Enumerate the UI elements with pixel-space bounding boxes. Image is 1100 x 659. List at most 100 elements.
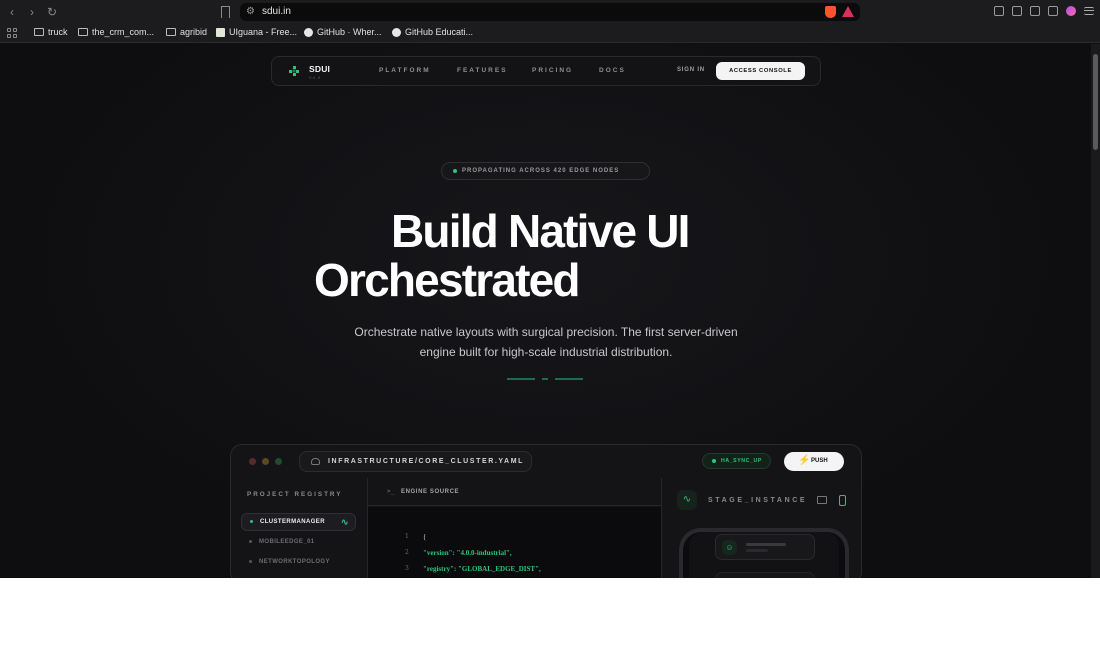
code-line: { [423, 533, 427, 541]
nav-link-features[interactable]: FEATURES [457, 67, 508, 74]
dot-icon [249, 560, 252, 563]
logo-text[interactable]: SDUI [309, 64, 330, 74]
window-minimize-dot [262, 458, 269, 465]
activity-icon: ∿ [341, 517, 349, 527]
code-area[interactable]: 1 { 2 "version": "4.0.0-industrial", 3 "… [368, 507, 661, 578]
mobile-icon[interactable] [839, 495, 846, 506]
nav-link-docs[interactable]: DOCS [599, 67, 626, 74]
line-number: 2 [405, 549, 409, 556]
window-maximize-dot [275, 458, 282, 465]
sign-in-link[interactable]: SIGN IN [677, 67, 705, 73]
bookmark-item[interactable]: GitHub Educati... [392, 27, 473, 37]
registry-item-clustermanager[interactable]: CLUSTERMANAGER ∿ [241, 513, 356, 531]
folder-icon [166, 28, 176, 36]
nav-link-platform[interactable]: PLATFORM [379, 67, 431, 74]
preview-card [715, 572, 815, 578]
stage-title: STAGE_INSTANCE [708, 497, 808, 504]
back-icon[interactable]: ‹ [6, 5, 18, 19]
nav-buttons: ‹ › ↻ [6, 5, 58, 19]
hero-subtitle: Orchestrate native layouts with surgical… [354, 325, 738, 359]
file-path: INFRASTRUCTURE/CORE_CLUSTER.YAML [328, 458, 525, 465]
github-icon [392, 27, 401, 37]
url-text[interactable]: sdui.in [262, 6, 291, 17]
activity-icon: ∿ [677, 490, 697, 510]
bookmark-label: UIguana - Free... [229, 27, 298, 37]
push-button[interactable]: ⚡ PUSH [784, 452, 844, 471]
status-dot-icon [453, 169, 457, 173]
scrollbar-thumb[interactable] [1093, 54, 1098, 150]
window-close-dot [249, 458, 256, 465]
page-viewport: SDUI V4.0 PLATFORM FEATURES PRICING DOCS… [0, 44, 1091, 578]
access-console-button[interactable]: ACCESS CONSOLE [716, 62, 805, 80]
menu-icon[interactable] [1084, 7, 1094, 15]
divider-mid [542, 378, 548, 380]
code-line: "registry": "GLOBAL_EDGE_DIST", [423, 565, 541, 573]
phone-preview: ☺ [679, 528, 849, 578]
github-icon [304, 27, 313, 37]
site-settings-icon[interactable]: ⚙ [246, 6, 255, 17]
desktop-icon[interactable] [817, 496, 827, 504]
apps-grid-icon[interactable] [7, 28, 17, 38]
wallet-icon[interactable] [1030, 6, 1040, 16]
line-number: 3 [405, 565, 409, 572]
browser-window: ‹ › ↻ ⚙ sdui.in truck the_crm_com... agr… [0, 0, 1100, 578]
terminal-icon: >_ [387, 488, 395, 495]
browser-actions [994, 6, 1094, 16]
file-path-box[interactable]: INFRASTRUCTURE/CORE_CLUSTER.YAML [299, 451, 532, 472]
stage-instance-panel: ∿ STAGE_INSTANCE ☺ [661, 478, 861, 578]
preview-card: ☺ [715, 534, 815, 560]
editor-title: ENGINE SOURCE [401, 489, 460, 495]
bookmark-item[interactable]: agribid [166, 27, 207, 37]
sidebar-icon[interactable] [1012, 6, 1022, 16]
browser-toolbar: ‹ › ↻ ⚙ sdui.in [0, 0, 1100, 24]
console-preview: INFRASTRUCTURE/CORE_CLUSTER.YAML HA_SYNC… [230, 444, 862, 578]
bookmarks-bar: truck the_crm_com... agribid UIguana - F… [0, 24, 1100, 43]
bookmark-label: GitHub · Wher... [317, 27, 382, 37]
status-badge: PROPAGATING ACROSS 420 EDGE NODES [441, 162, 650, 180]
folder-icon [34, 28, 44, 36]
bookmark-item[interactable]: GitHub · Wher... [304, 27, 382, 37]
active-dot-icon [250, 520, 253, 523]
sync-badge: HA_SYNC_UP [702, 453, 771, 469]
bookmark-item[interactable]: the_crm_com... [78, 27, 154, 37]
bookmark-label: truck [48, 27, 68, 37]
registry-item-label: MOBILEEDGE_01 [259, 539, 315, 545]
skeleton-bar [746, 549, 768, 552]
skeleton-bar [746, 543, 786, 546]
extensions-icon[interactable] [994, 6, 1004, 16]
logo-version: V4.0 [309, 75, 322, 80]
scrollbar[interactable] [1091, 44, 1100, 578]
brave-shields-icon[interactable] [825, 6, 836, 18]
folder-icon [78, 28, 88, 36]
profile-avatar[interactable] [1066, 6, 1076, 16]
sync-dot-icon [712, 459, 716, 463]
brave-rewards-icon[interactable] [842, 6, 854, 17]
bookmark-item[interactable]: UIguana - Free... [216, 27, 297, 37]
bookmark-label: agribid [180, 27, 208, 37]
code-line: "version": "4.0.0-industrial", [423, 549, 512, 557]
cloud-icon [311, 458, 320, 465]
registry-item-networktopology[interactable]: NETWORKTOPOLOGY [241, 553, 356, 571]
engine-source-editor: >_ ENGINE SOURCE 1 { 2 "version": "4.0.0… [368, 478, 661, 578]
dot-icon [249, 540, 252, 543]
status-badge-text: PROPAGATING ACROSS 420 EDGE NODES [462, 168, 620, 174]
logo-icon[interactable] [288, 65, 300, 77]
hero-title-line2: Orchestrated [314, 254, 581, 306]
bookmark-icon[interactable] [221, 6, 230, 18]
divider-right [555, 378, 583, 380]
nav-link-pricing[interactable]: PRICING [532, 67, 573, 74]
bolt-icon: ⚡ [798, 455, 811, 466]
phone-screen: ☺ [689, 532, 839, 578]
address-bar[interactable]: ⚙ sdui.in [240, 3, 860, 21]
registry-title: PROJECT REGISTRY [247, 491, 343, 498]
registry-item-label: CLUSTERMANAGER [260, 519, 325, 525]
divider-left [507, 378, 535, 380]
registry-item-mobileedge[interactable]: MOBILEEDGE_01 [241, 533, 356, 551]
uiguana-favicon [216, 27, 225, 37]
bookmark-item[interactable]: truck [34, 27, 68, 37]
reload-icon[interactable]: ↻ [46, 5, 58, 19]
forward-icon[interactable]: › [26, 5, 38, 19]
sync-badge-text: HA_SYNC_UP [721, 458, 762, 464]
leo-ai-icon[interactable] [1048, 6, 1058, 16]
project-registry: PROJECT REGISTRY CLUSTERMANAGER ∿ MOBILE… [231, 478, 368, 578]
